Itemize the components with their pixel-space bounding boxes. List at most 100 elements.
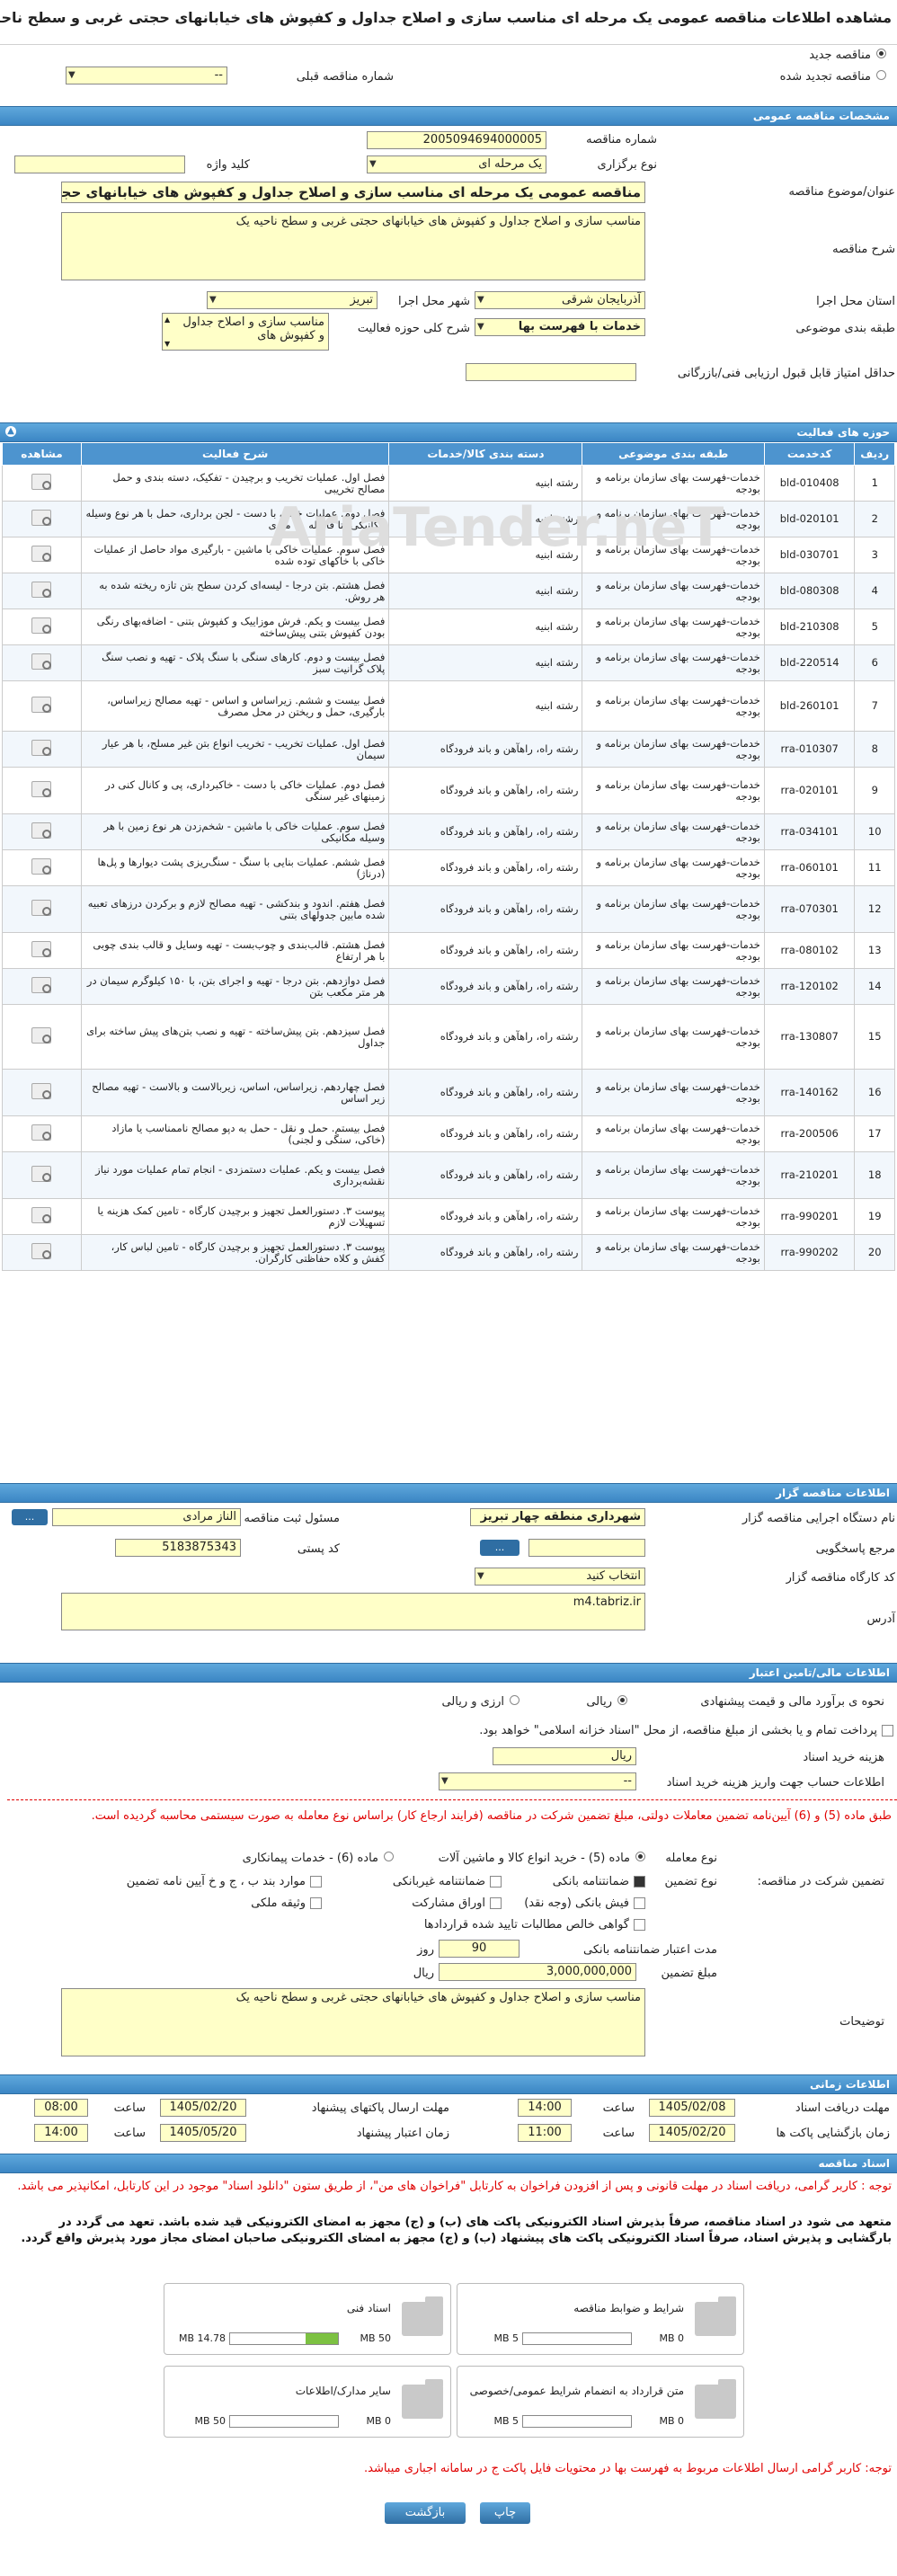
g-nonbank[interactable]: ضمانتنامه غیربانکی [393, 1875, 502, 1888]
doc-box-contract[interactable]: متن قرارداد به انضمام شرایط عمومی/خصوصی … [457, 2366, 744, 2438]
hold-type-select[interactable]: یک مرحله ای ▼ [367, 155, 546, 173]
g-bank[interactable]: ضمانتنامه بانکی [553, 1875, 645, 1888]
service-code: rra-070301 [763, 885, 856, 933]
view-document-icon[interactable] [31, 582, 52, 598]
view-cell[interactable] [2, 644, 82, 681]
doc-box-technical[interactable]: اسناد فنی 50 MB 14.78 MB [164, 2283, 451, 2355]
view-document-icon[interactable] [31, 1166, 52, 1182]
reference-pick-button[interactable]: ... [480, 1540, 520, 1556]
table-row: 15 rra-130807 خدمات-فهرست بهای سازمان برنا… [2, 1004, 895, 1070]
option-rial[interactable]: ریالی [586, 1695, 627, 1709]
doc-box-terms[interactable]: شرایط و ضوابط مناقصه 0 MB 5 MB [457, 2283, 744, 2355]
account-select[interactable]: -- ▼ [439, 1772, 636, 1790]
deal-option-5-dot[interactable] [635, 1852, 645, 1861]
view-cell[interactable] [2, 932, 82, 969]
view-document-icon[interactable] [31, 1027, 52, 1044]
option-fx[interactable]: ارزی و ریالی [441, 1695, 520, 1709]
scope-list[interactable]: مناسب سازی و اصلاح جداول و کفپوش های ▲ ▼ [162, 313, 329, 351]
view-cell[interactable] [2, 1151, 82, 1199]
view-cell[interactable] [2, 1234, 82, 1271]
view-cell[interactable] [2, 465, 82, 502]
view-document-icon[interactable] [31, 781, 52, 797]
registrar-more-button[interactable]: ... [12, 1509, 48, 1525]
deal-option-6[interactable]: ماده (6) - خدمات پیمانکاری [243, 1852, 394, 1865]
view-cell[interactable] [2, 608, 82, 645]
row-number: 5 [854, 608, 895, 645]
view-cell[interactable] [2, 1115, 82, 1152]
view-cell[interactable] [2, 573, 82, 609]
divider-dashed [7, 1799, 897, 1800]
view-cell[interactable] [2, 1069, 82, 1116]
reference-input[interactable] [528, 1539, 645, 1557]
scroll-down-icon[interactable]: ▼ [164, 340, 170, 348]
city-select[interactable]: تبریز ▼ [207, 291, 377, 309]
doc-cost-label: هزینه خرید اسناد [803, 1751, 884, 1764]
g-cert-checkbox[interactable] [634, 1919, 645, 1931]
g-nonbank-checkbox[interactable] [490, 1876, 502, 1888]
g-bond-checkbox[interactable] [310, 1876, 322, 1888]
deal-option-5[interactable]: ماده (5) - خرید انواع کالا و ماشین آلات [439, 1852, 645, 1865]
prev-tender-select[interactable]: -- ▼ [66, 67, 227, 84]
g-paper[interactable]: اوراق مشارکت [412, 1896, 502, 1910]
radio-renewed-dot[interactable] [876, 70, 886, 80]
view-document-icon[interactable] [31, 1243, 52, 1259]
scroll-up-icon[interactable]: ▲ [164, 315, 170, 324]
radio-new-dot[interactable] [876, 49, 886, 58]
group-cell: رشته ابنیه [388, 573, 583, 609]
min-score-input[interactable] [466, 363, 636, 381]
view-cell[interactable] [2, 1004, 82, 1070]
view-cell[interactable] [2, 731, 82, 768]
validity-time-word: ساعت [113, 2127, 146, 2140]
view-document-icon[interactable] [31, 510, 52, 526]
g-bond[interactable]: موارد بند ب ، ج و خ آیین نامه تضمین [127, 1875, 322, 1888]
view-cell[interactable] [2, 849, 82, 886]
view-document-icon[interactable] [31, 740, 52, 756]
view-cell[interactable] [2, 968, 82, 1005]
g-cert-label: گواهی خالص مطالبات تایید شده قراردادها [423, 1918, 629, 1932]
tender-type-block: مناقصه جدید مناقصه تجدید شده شماره مناقص… [0, 45, 897, 101]
print-button[interactable]: چاپ [480, 2502, 530, 2524]
province-select[interactable]: آذربایجان شرقی ▼ [475, 291, 645, 309]
view-document-icon[interactable] [31, 900, 52, 916]
collapse-icon[interactable]: ▲ [5, 426, 16, 437]
view-document-icon[interactable] [31, 617, 52, 634]
view-cell[interactable] [2, 885, 82, 933]
notes-label: توضیحات [839, 2015, 884, 2029]
g-check-checkbox[interactable] [634, 1897, 645, 1909]
back-button[interactable]: بازگشت [385, 2502, 466, 2524]
radio-renewed[interactable]: مناقصه تجدید شده [780, 70, 886, 84]
view-cell[interactable] [2, 1198, 82, 1235]
treasury-checkbox[interactable] [882, 1725, 893, 1737]
radio-new[interactable]: مناقصه جدید [809, 49, 886, 62]
view-document-icon[interactable] [31, 474, 52, 490]
view-document-icon[interactable] [31, 941, 52, 957]
view-cell[interactable] [2, 680, 82, 732]
view-cell[interactable] [2, 501, 82, 537]
keyword-input[interactable] [14, 155, 185, 173]
g-property-checkbox[interactable] [310, 1897, 322, 1909]
option-rial-dot[interactable] [617, 1695, 627, 1705]
view-document-icon[interactable] [31, 1124, 52, 1141]
g-cert[interactable]: گواهی خالص مطالبات تایید شده قراردادها [424, 1918, 645, 1932]
view-document-icon[interactable] [31, 546, 52, 562]
g-paper-checkbox[interactable] [490, 1897, 502, 1909]
view-document-icon[interactable] [31, 697, 52, 713]
view-cell[interactable] [2, 767, 82, 814]
classification-select[interactable]: خدمات با فهرست بها ▼ [475, 318, 645, 336]
g-check[interactable]: فیش بانکی (وجه نقد) [524, 1896, 645, 1910]
view-document-icon[interactable] [31, 1083, 52, 1099]
option-fx-dot[interactable] [510, 1695, 520, 1705]
view-document-icon[interactable] [31, 653, 52, 670]
view-cell[interactable] [2, 813, 82, 850]
view-cell[interactable] [2, 537, 82, 573]
doc-size: 14.78 MB [178, 2332, 226, 2344]
doc-box-other[interactable]: سایر مدارک/اطلاعات 0 MB 50 MB [164, 2366, 451, 2438]
view-document-icon[interactable] [31, 1207, 52, 1223]
workshop-code-select[interactable]: انتخاب کنید ▼ [475, 1568, 645, 1586]
g-bank-checkbox[interactable] [634, 1876, 645, 1888]
view-document-icon[interactable] [31, 822, 52, 839]
view-document-icon[interactable] [31, 977, 52, 993]
deal-option-6-dot[interactable] [384, 1852, 394, 1861]
g-property[interactable]: وثیقه ملکی [251, 1896, 322, 1910]
view-document-icon[interactable] [31, 858, 52, 875]
